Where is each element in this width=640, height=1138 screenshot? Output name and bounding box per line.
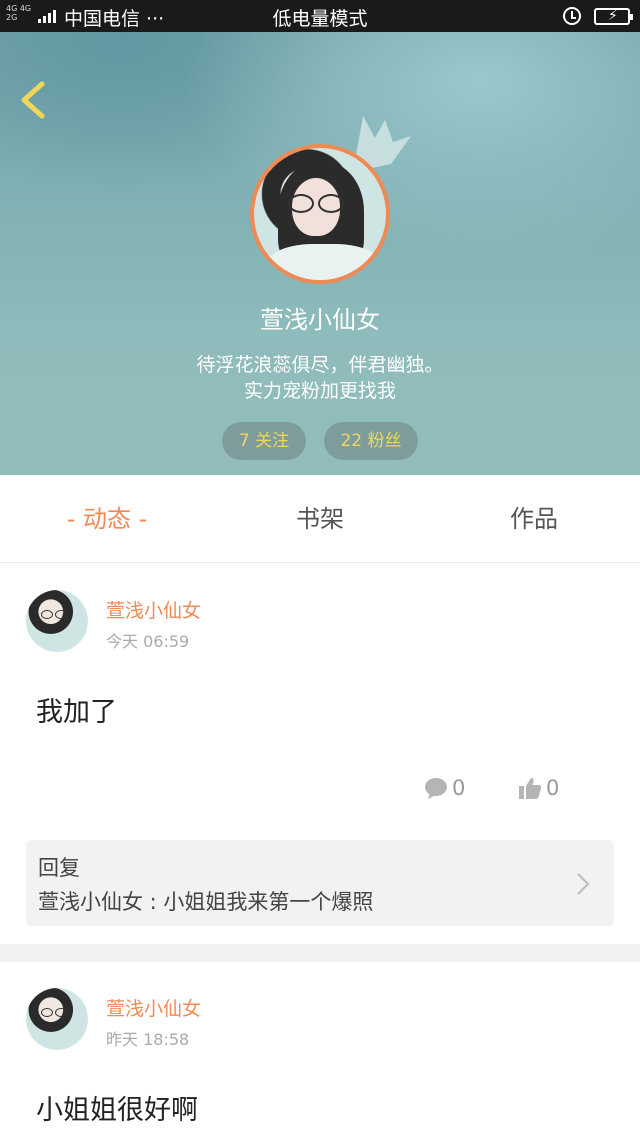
following-count-button[interactable]: 7 关注 bbox=[222, 422, 306, 460]
chevron-right-icon bbox=[577, 873, 590, 895]
profile-header: 4G 4G 2G 中国电信 ··· 低电量模式 ⚡ 萱浅小仙女 待浮花浪蕊俱尽，… bbox=[0, 0, 640, 475]
like-count: 0 bbox=[546, 776, 560, 800]
comment-button[interactable]: 0 bbox=[424, 776, 465, 800]
comment-count: 0 bbox=[452, 776, 466, 800]
tab-works[interactable]: 作品 bbox=[474, 475, 594, 563]
profile-nickname: 萱浅小仙女 bbox=[260, 306, 380, 334]
power-mode-label: 低电量模式 bbox=[272, 8, 368, 30]
thumbs-up-icon bbox=[519, 778, 542, 799]
reply-text: 萱浅小仙女 : 小姐姐我来第一个爆照 bbox=[38, 890, 374, 914]
tab-bookshelf[interactable]: 书架 bbox=[260, 475, 380, 563]
reply-title: 回复 bbox=[38, 856, 80, 880]
post-author-avatar[interactable] bbox=[26, 590, 88, 652]
tab-dynamics[interactable]: - 动态 - bbox=[40, 475, 174, 563]
reply-preview[interactable]: 回复 萱浅小仙女 : 小姐姐我来第一个爆照 bbox=[26, 840, 614, 926]
post-divider bbox=[0, 944, 640, 962]
avatar-image bbox=[250, 144, 390, 284]
back-arrow-icon bbox=[21, 81, 45, 119]
like-button[interactable]: 0 bbox=[518, 776, 559, 800]
status-bar: 4G 4G 2G 中国电信 ··· 低电量模式 ⚡ bbox=[0, 0, 640, 32]
post-timestamp: 今天 06:59 bbox=[106, 632, 190, 651]
post-content: 小姐姐很好啊 bbox=[36, 1095, 198, 1126]
bio-line-2: 实力宠粉加更找我 bbox=[243, 380, 396, 402]
fans-count-button[interactable]: 22 粉丝 bbox=[324, 422, 418, 460]
battery-charging-icon: ⚡ bbox=[594, 8, 633, 25]
bio-line-1: 待浮花浪蕊俱尽，伴君幽独。 bbox=[196, 354, 444, 376]
comment-bubble-icon bbox=[425, 778, 447, 799]
post-timestamp: 昨天 18:58 bbox=[106, 1030, 190, 1049]
profile-avatar[interactable] bbox=[250, 144, 390, 284]
post-content: 我加了 bbox=[36, 697, 117, 728]
alarm-icon bbox=[563, 7, 581, 25]
back-button[interactable] bbox=[14, 78, 54, 122]
post-author-name[interactable]: 萱浅小仙女 bbox=[106, 994, 201, 1021]
post-author-avatar[interactable] bbox=[26, 988, 88, 1050]
profile-tabs: - 动态 - 书架 作品 bbox=[0, 475, 640, 563]
profile-bio: 待浮花浪蕊俱尽，伴君幽独。 实力宠粉加更找我 bbox=[0, 352, 640, 404]
post-author-name[interactable]: 萱浅小仙女 bbox=[106, 596, 201, 623]
